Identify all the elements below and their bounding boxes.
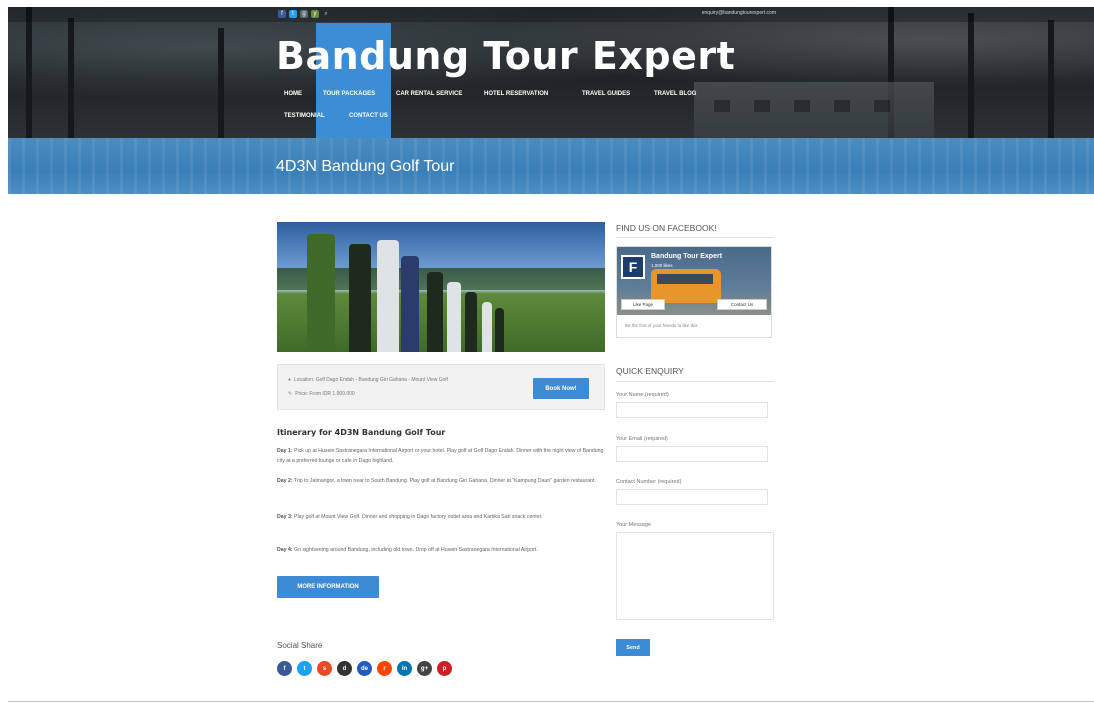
itinerary-day: Day 2: Trip to Jatinangor, a town near t… bbox=[277, 478, 596, 484]
background-tree bbox=[968, 13, 974, 138]
twitter-icon[interactable]: t bbox=[297, 661, 312, 676]
site-logo-title[interactable]: Bandung Tour Expert bbox=[276, 34, 735, 78]
search-icon[interactable]: ⌕ bbox=[322, 10, 330, 18]
divider bbox=[616, 237, 774, 238]
youtube-icon[interactable]: y bbox=[311, 10, 319, 18]
background-building bbox=[694, 82, 934, 138]
stumbleupon-icon[interactable]: s bbox=[317, 661, 332, 676]
more-information-button[interactable]: MORE INFORMATION bbox=[277, 576, 379, 598]
nav-item-travel-blog[interactable]: TRAVEL BLOG bbox=[654, 91, 696, 97]
hero-golfer bbox=[401, 256, 419, 352]
digg-icon[interactable]: d bbox=[337, 661, 352, 676]
tour-bus-image bbox=[651, 269, 721, 303]
email-field-label: Your Email (required) bbox=[616, 436, 668, 442]
divider bbox=[616, 381, 774, 382]
facebook-cover-image: F Bandung Tour Expert 1,000 likes Like P… bbox=[617, 247, 771, 315]
facebook-page-name[interactable]: Bandung Tour Expert bbox=[651, 253, 722, 260]
social-share-icons: f t s d de r in g+ p bbox=[277, 661, 452, 676]
itinerary-day: Day 4: Go sightseeing around Bandung, in… bbox=[277, 547, 538, 553]
phone-field[interactable] bbox=[616, 489, 768, 505]
hero-golfer bbox=[495, 308, 504, 352]
nav-item-home[interactable]: HOME bbox=[284, 91, 302, 97]
background-tree bbox=[26, 7, 32, 138]
itinerary-day: Day 3: Play golf at Mount View Golf. Din… bbox=[277, 514, 543, 520]
nav-item-hotel-reservation[interactable]: HOTEL RESERVATION bbox=[484, 91, 548, 97]
facebook-like-count: 1,000 likes bbox=[651, 263, 673, 268]
phone-field-label: Contact Number (required) bbox=[616, 479, 682, 485]
email-field[interactable] bbox=[616, 446, 768, 462]
hero-golfer bbox=[447, 282, 461, 352]
top-bar: f t g y ⌕ enquiry@bandungtourexpert.com bbox=[8, 7, 1094, 22]
nav-item-travel-guides[interactable]: TRAVEL GUIDES bbox=[582, 91, 630, 97]
nav-item-testimonial[interactable]: TESTIMONIAL bbox=[284, 113, 325, 119]
twitter-icon[interactable]: t bbox=[289, 10, 297, 18]
hero-golfer bbox=[377, 240, 399, 352]
name-field-label: Your Name (required) bbox=[616, 392, 669, 398]
reddit-icon[interactable]: r bbox=[377, 661, 392, 676]
map-marker-icon: ● bbox=[288, 377, 292, 383]
itinerary-day: Day 1: Pick up at Husein Sastranegara In… bbox=[277, 448, 604, 464]
book-now-button[interactable]: Book Now! bbox=[533, 378, 589, 399]
tour-location: ● Location: Golf Dago Endah - Bandung Gir… bbox=[288, 377, 448, 383]
social-share-title: Social Share bbox=[277, 641, 323, 650]
facebook-page-logo[interactable]: F bbox=[621, 255, 645, 279]
facebook-friends-text: Be the first of your friends to like thi… bbox=[625, 323, 698, 328]
nav-item-tour-packages[interactable]: TOUR PACKAGES bbox=[323, 91, 375, 97]
facebook-page-widget: F Bandung Tour Expert 1,000 likes Like P… bbox=[616, 246, 772, 338]
facebook-like-button[interactable]: Like Page bbox=[621, 299, 665, 310]
hero-golfer bbox=[482, 302, 492, 352]
hero-golfer bbox=[427, 272, 443, 352]
facebook-icon[interactable]: f bbox=[278, 10, 286, 18]
tag-icon: ✎ bbox=[288, 391, 293, 397]
hero-golfer bbox=[349, 244, 371, 352]
facebook-widget-title: FIND US ON FACEBOOK! bbox=[616, 223, 717, 233]
enquiry-form-title: QUICK ENQUIRY bbox=[616, 366, 684, 376]
itinerary-title: Itinerary for 4D3N Bandung Golf Tour bbox=[277, 428, 446, 437]
nav-item-contact-us[interactable]: CONTACT US bbox=[349, 113, 388, 119]
nav-item-car-rental[interactable]: CAR RENTAL SERVICE bbox=[396, 91, 462, 97]
footer-divider bbox=[8, 701, 1094, 702]
tour-hero-image bbox=[277, 222, 605, 352]
header-social-icons: f t g y ⌕ bbox=[278, 10, 330, 18]
message-field-label: Your Message bbox=[616, 522, 651, 528]
message-field[interactable] bbox=[616, 532, 774, 620]
linkedin-icon[interactable]: in bbox=[397, 661, 412, 676]
background-tree bbox=[1048, 20, 1054, 138]
tour-price: ✎ Price: From IDR 1.900.000 bbox=[288, 391, 355, 397]
google-plus-icon[interactable]: g bbox=[300, 10, 308, 18]
name-field[interactable] bbox=[616, 402, 768, 418]
pinterest-icon[interactable]: p bbox=[437, 661, 452, 676]
facebook-contact-button[interactable]: Contact Us bbox=[717, 299, 767, 310]
google-plus-icon[interactable]: g+ bbox=[417, 661, 432, 676]
site-header: f t g y ⌕ enquiry@bandungtourexpert.com … bbox=[8, 7, 1094, 138]
page-title: 4D3N Bandung Golf Tour bbox=[276, 158, 455, 175]
delicious-icon[interactable]: de bbox=[357, 661, 372, 676]
contact-email[interactable]: enquiry@bandungtourexpert.com bbox=[702, 10, 776, 16]
tour-info-box: ● Location: Golf Dago Endah - Bandung Gir… bbox=[277, 364, 605, 410]
facebook-icon[interactable]: f bbox=[277, 661, 292, 676]
background-tree bbox=[68, 18, 74, 138]
hero-golfer bbox=[465, 292, 477, 352]
hero-golfer bbox=[307, 234, 335, 352]
page-title-banner: 4D3N Bandung Golf Tour bbox=[8, 138, 1094, 194]
send-button[interactable]: Send bbox=[616, 639, 650, 656]
background-tree bbox=[218, 28, 224, 138]
